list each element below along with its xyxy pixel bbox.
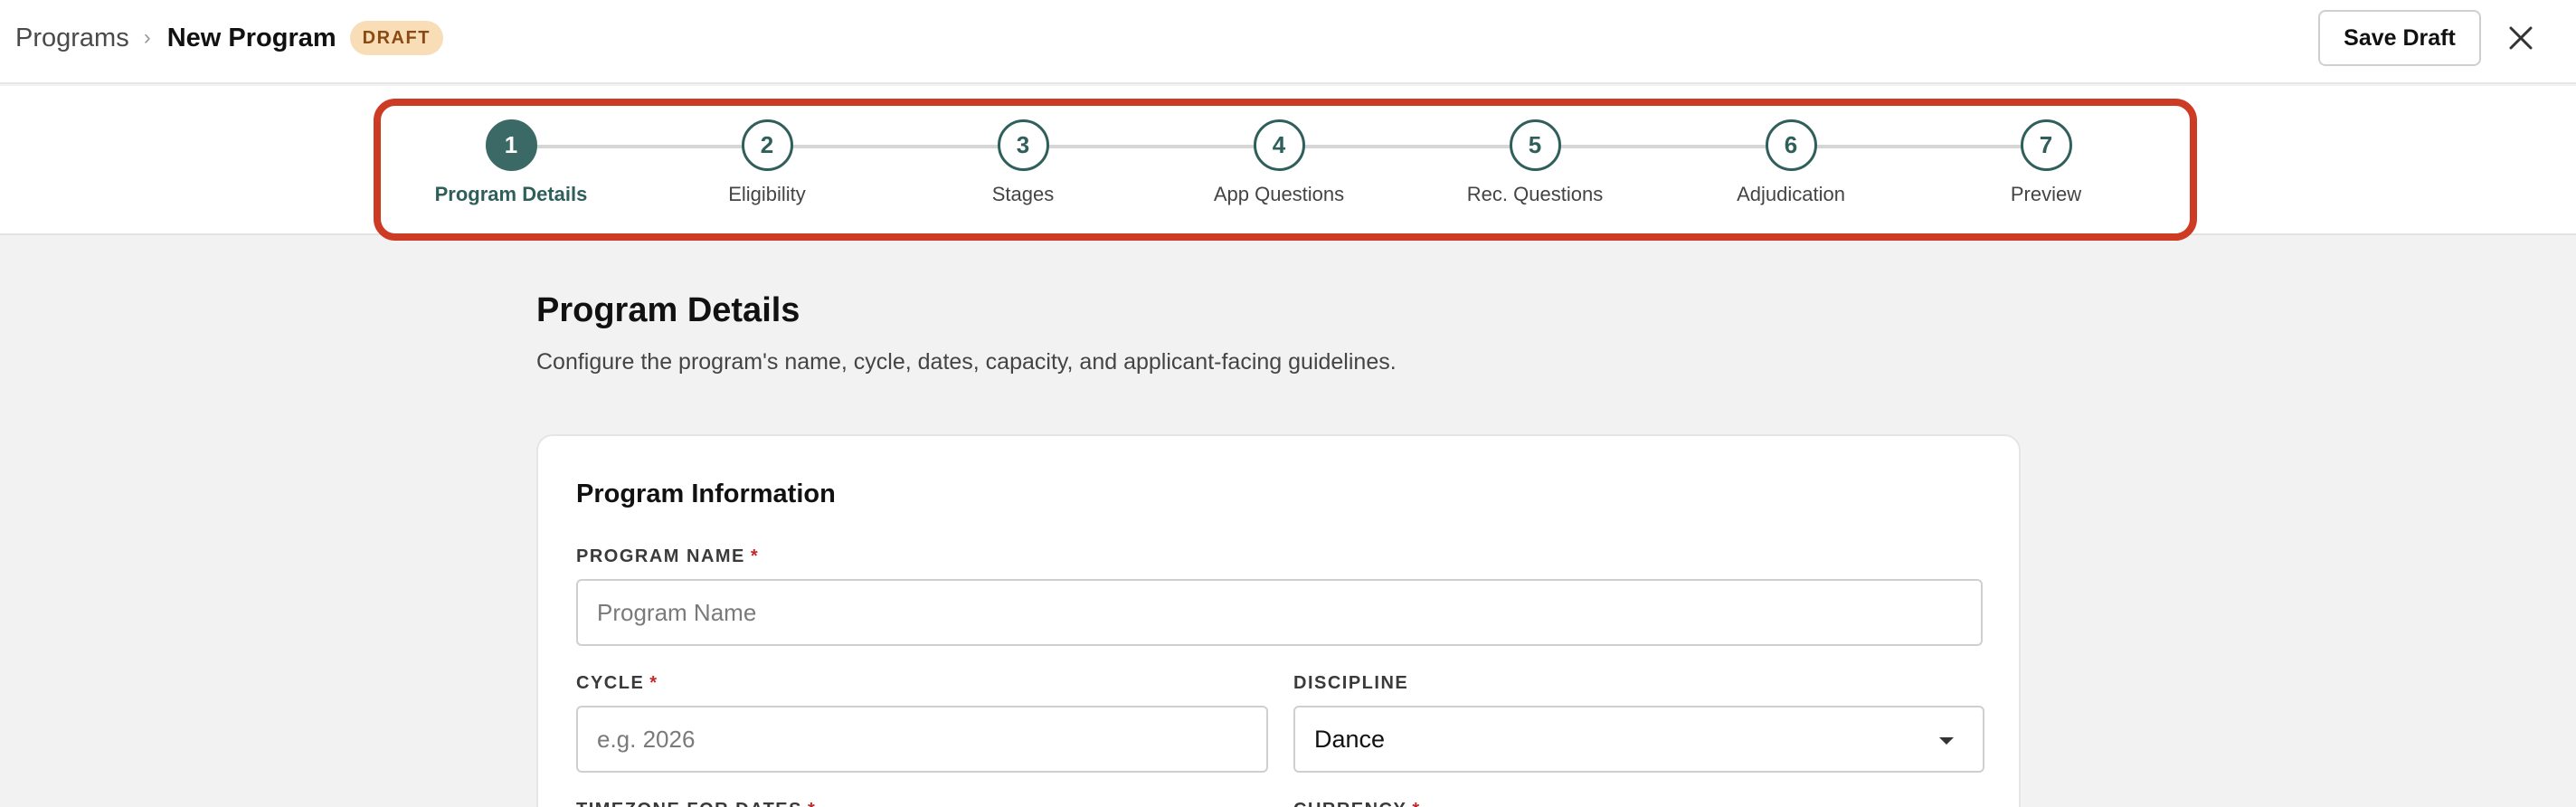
cycle-label: CYCLE * bbox=[576, 673, 658, 694]
discipline-value: Dance bbox=[1314, 725, 1386, 753]
breadcrumb: Programs › New Program DRAFT bbox=[15, 21, 443, 55]
required-marker: * bbox=[750, 546, 760, 566]
page-subtitle: Configure the program's name, cycle, dat… bbox=[536, 349, 1397, 375]
close-button[interactable] bbox=[2501, 18, 2541, 58]
discipline-label: DISCIPLINE bbox=[1293, 673, 1408, 694]
caret-down-icon bbox=[1939, 737, 1954, 745]
currency-label-text: CURRENCY bbox=[1293, 800, 1406, 807]
currency-label: CURRENCY * bbox=[1293, 800, 1421, 807]
cycle-label-text: CYCLE bbox=[576, 673, 645, 693]
section-title: Program Information bbox=[576, 479, 836, 508]
required-marker: * bbox=[649, 673, 658, 693]
program-name-label-text: PROGRAM NAME bbox=[576, 546, 745, 566]
highlight-frame bbox=[374, 99, 2197, 241]
page-title: Program Details bbox=[536, 291, 800, 329]
save-draft-button[interactable]: Save Draft bbox=[2318, 10, 2481, 66]
breadcrumb-current: New Program bbox=[166, 23, 336, 52]
status-badge: DRAFT bbox=[349, 21, 443, 55]
discipline-label-text: DISCIPLINE bbox=[1293, 673, 1409, 693]
timezone-label-text: TIMEZONE FOR DATES bbox=[576, 800, 802, 807]
discipline-select[interactable]: Dance bbox=[1293, 706, 1984, 773]
program-name-label: PROGRAM NAME * bbox=[576, 546, 759, 567]
required-marker: * bbox=[1412, 800, 1420, 807]
timezone-label: TIMEZONE FOR DATES * bbox=[576, 800, 816, 807]
top-bar: Programs › New Program DRAFT Save Draft bbox=[0, 0, 2576, 84]
chevron-right-icon: › bbox=[143, 25, 151, 50]
required-marker: * bbox=[808, 800, 816, 807]
program-name-input[interactable] bbox=[576, 579, 1983, 646]
breadcrumb-programs-link[interactable]: Programs bbox=[15, 24, 129, 53]
stepper: 1 Program Details 2 Eligibility 3 Stages… bbox=[0, 86, 2576, 241]
program-information-card: Program Information PROGRAM NAME* CYCLE*… bbox=[536, 434, 2021, 807]
close-icon bbox=[2509, 26, 2533, 50]
cycle-input[interactable] bbox=[576, 706, 1268, 773]
